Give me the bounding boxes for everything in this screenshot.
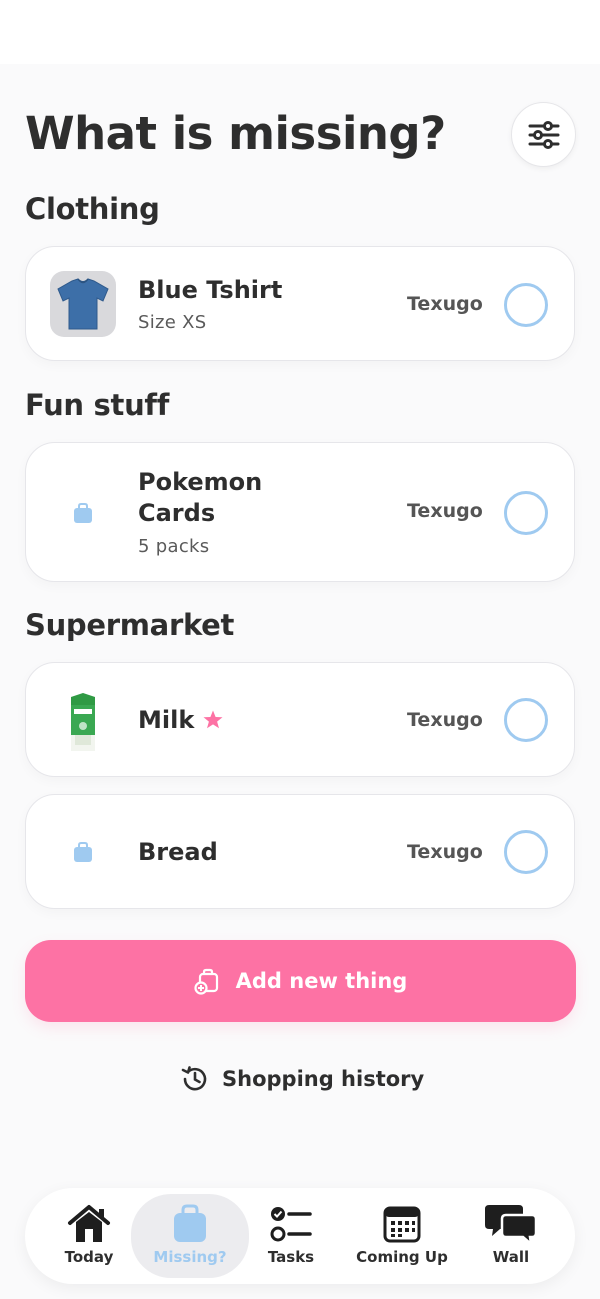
item-name: Bread (138, 838, 218, 866)
add-button-label: Add new thing (235, 969, 408, 993)
tab-label: Coming Up (356, 1248, 448, 1266)
item-owner: Texugo (407, 841, 483, 863)
tab-today[interactable]: Today (47, 1194, 131, 1278)
item-name: Blue Tshirt (138, 276, 283, 304)
tab-missing[interactable]: Missing? (131, 1194, 249, 1278)
check-circle[interactable] (504, 830, 548, 874)
tab-label: Tasks (267, 1248, 315, 1266)
section-title-clothing: Clothing (25, 192, 160, 226)
check-circle[interactable] (504, 491, 548, 535)
tab-label: Today (64, 1248, 114, 1266)
check-circle[interactable] (504, 283, 548, 327)
favorite-star-icon (203, 710, 223, 729)
tshirt-thumbnail (50, 271, 116, 337)
filter-button[interactable] (511, 102, 576, 167)
history-icon (181, 1066, 207, 1091)
tab-coming-up[interactable]: Coming Up (347, 1194, 457, 1278)
item-name: Milk (138, 706, 195, 734)
tab-wall[interactable]: Wall (477, 1194, 545, 1278)
list-item-pokemon-cards[interactable]: Pokemon Cards 5 packs Texugo (25, 442, 575, 582)
section-title-fun-stuff: Fun stuff (25, 388, 170, 422)
bottom-tab-bar: Today Missing? Tasks Coming Up Wall (25, 1188, 575, 1284)
shopping-history-link[interactable]: Shopping history (180, 1060, 424, 1098)
list-item-milk[interactable]: Milk Texugo (25, 662, 575, 777)
item-detail: 5 packs (138, 536, 210, 557)
bag-icon (174, 1204, 206, 1242)
chat-bubbles-icon (485, 1205, 538, 1245)
tab-label: Missing? (153, 1248, 227, 1266)
bag-icon (74, 503, 92, 523)
check-circle[interactable] (504, 698, 548, 742)
shopping-history-label: Shopping history (222, 1067, 425, 1091)
section-title-supermarket: Supermarket (25, 608, 235, 642)
milk-carton-icon (71, 693, 95, 751)
milk-thumbnail (50, 689, 116, 755)
sliders-icon (528, 120, 559, 149)
item-owner: Texugo (407, 293, 483, 315)
add-new-thing-button[interactable]: Add new thing (25, 940, 576, 1022)
checklist-icon (270, 1207, 312, 1242)
item-thumbnail (50, 819, 116, 885)
bag-icon (74, 842, 92, 862)
item-owner: Texugo (407, 709, 483, 731)
tshirt-icon (57, 278, 109, 330)
item-thumbnail (50, 480, 116, 546)
page-title: What is missing? (25, 107, 446, 160)
item-owner: Texugo (407, 500, 483, 522)
item-detail: Size XS (138, 312, 207, 333)
tab-label: Wall (492, 1248, 530, 1266)
list-item-blue-tshirt[interactable]: Blue Tshirt Size XS Texugo (25, 246, 575, 361)
list-item-bread[interactable]: Bread Texugo (25, 794, 575, 909)
calendar-icon (383, 1206, 421, 1243)
item-name-line1: Pokemon (138, 468, 263, 496)
add-bag-icon (194, 968, 218, 995)
house-icon (68, 1205, 110, 1242)
tab-tasks[interactable]: Tasks (257, 1194, 325, 1278)
item-name-line2: Cards (138, 499, 216, 527)
